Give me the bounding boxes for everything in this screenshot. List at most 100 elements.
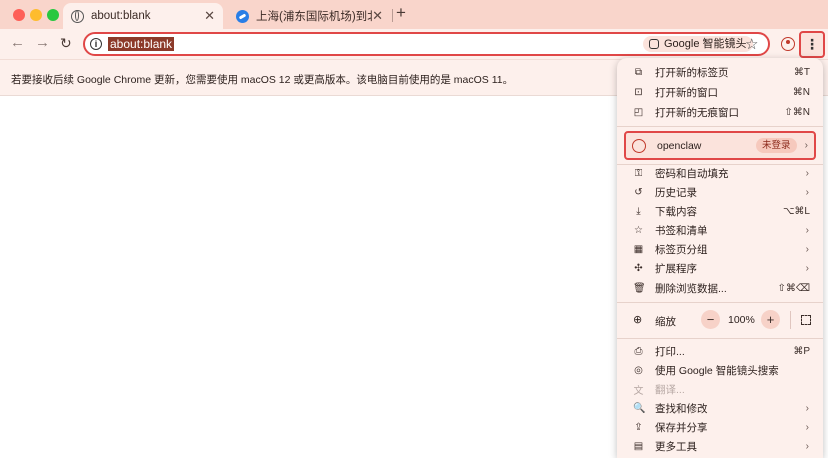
star-icon: ☆	[634, 225, 643, 236]
menu-item-find-edit[interactable]: 🔍 查找和修改 ›	[617, 399, 823, 418]
menu-item-save-share[interactable]: ⇪ 保存并分享 ›	[617, 418, 823, 437]
menu-label: 更多工具	[655, 441, 697, 453]
translate-icon: 文	[633, 386, 644, 397]
menu-label: 删除浏览数据...	[655, 283, 727, 295]
browser-toolbar: ← → ↻ i about:blank Google 智能镜头 ☆	[0, 29, 828, 59]
google-lens-chip[interactable]: Google 智能镜头	[643, 36, 753, 52]
profile-icon[interactable]	[781, 37, 795, 51]
history-icon: ↺	[634, 187, 643, 198]
menu-item-lens-search[interactable]: ◎ 使用 Google 智能镜头搜索	[617, 361, 823, 380]
reload-icon[interactable]: ↻	[60, 35, 72, 52]
menu-label: 历史记录	[655, 187, 697, 199]
menu-item-clear-data[interactable]: 🗑 删除浏览数据... ⇧⌘⌫	[617, 279, 823, 298]
lens-icon: ◎	[634, 365, 643, 376]
address-bar[interactable]: i about:blank Google 智能镜头 ☆	[83, 32, 770, 56]
zoom-divider	[790, 311, 791, 329]
menu-shortcut: ⌘P	[793, 346, 810, 357]
chevron-right-icon: ›	[805, 403, 809, 414]
menu-shortcut: ⌘N	[792, 87, 810, 98]
menu-label: 翻译...	[655, 384, 685, 396]
grid-icon: ▦	[633, 244, 644, 255]
menu-label: 打开新的无痕窗口	[655, 107, 739, 119]
url-text[interactable]: about:blank	[108, 37, 175, 51]
profile-name: openclaw	[657, 140, 702, 152]
flight-site-icon	[236, 9, 249, 23]
menu-zoom-row: ⊕ 缩放 − 100% +	[617, 308, 823, 332]
signin-status-badge: 未登录	[756, 138, 797, 153]
menu-label: 打印...	[655, 346, 685, 358]
tab-flight-search[interactable]: 上海(浦东国际机场)到北京(大兴 ✕	[228, 3, 391, 29]
key-icon: ⚿	[634, 168, 643, 179]
menu-label: 打开新的窗口	[655, 87, 718, 99]
chevron-right-icon: ›	[805, 441, 809, 452]
tab-title: 上海(浦东国际机场)到北京(大兴	[256, 11, 372, 23]
close-icon[interactable]: ✕	[372, 8, 383, 24]
trash-icon: 🗑	[633, 283, 646, 294]
window-zoom-button[interactable]	[47, 9, 59, 21]
toolbox-icon: ▤	[633, 441, 644, 452]
menu-item-incognito[interactable]: ◰ 打开新的无痕窗口 ⇧⌘N	[617, 103, 823, 122]
menu-label: 使用 Google 智能镜头搜索	[655, 365, 779, 377]
tab-about-blank[interactable]: about:blank ✕	[63, 3, 223, 29]
tab-strip: about:blank ✕ 上海(浦东国际机场)到北京(大兴 ✕ +	[0, 0, 828, 29]
lens-icon	[649, 39, 659, 49]
zoom-icon: ⊕	[633, 314, 643, 326]
menu-label: 书签和清单	[655, 225, 708, 237]
tab-divider	[392, 9, 393, 22]
menu-shortcut: ⇧⌘⌫	[777, 283, 810, 294]
menu-item-history[interactable]: ↺ 历史记录 ›	[617, 183, 823, 202]
menu-shortcut: ⌘T	[793, 67, 810, 78]
chevron-right-icon: ›	[805, 263, 809, 274]
menu-label: 查找和修改	[655, 403, 708, 415]
forward-arrow-icon[interactable]: →	[35, 34, 50, 51]
download-icon: ⤓	[636, 206, 641, 217]
menu-shortcut: ⌥⌘L	[782, 206, 810, 217]
menu-label: 保存并分享	[655, 422, 708, 434]
menu-divider	[617, 126, 823, 127]
new-tab-icon: ⧉	[634, 67, 643, 78]
bookmark-star-icon[interactable]: ☆	[745, 35, 758, 53]
chevron-right-icon: ›	[805, 187, 809, 198]
new-tab-button[interactable]: +	[396, 3, 406, 23]
print-icon: ⎙	[634, 346, 643, 357]
info-icon[interactable]: i	[90, 38, 102, 50]
chevron-right-icon: ›	[805, 225, 809, 236]
menu-item-extensions[interactable]: ✣ 扩展程序 ›	[617, 259, 823, 278]
zoom-out-button[interactable]: −	[701, 310, 720, 329]
chrome-menu-button[interactable]: ⋮	[799, 31, 825, 58]
chevron-right-icon: ›	[805, 422, 809, 433]
globe-icon	[71, 9, 84, 23]
lens-chip-label: Google 智能镜头	[664, 38, 747, 50]
back-arrow-icon[interactable]: ←	[10, 34, 25, 51]
menu-item-downloads[interactable]: ⤓ 下载内容 ⌥⌘L	[617, 202, 823, 221]
menu-item-bookmarks[interactable]: ☆ 书签和清单 ›	[617, 221, 823, 240]
menu-item-tab-groups[interactable]: ▦ 标签页分组 ›	[617, 240, 823, 259]
menu-label: 打开新的标签页	[655, 67, 729, 79]
chrome-main-menu: ⧉ 打开新的标签页 ⌘T ⊡ 打开新的窗口 ⌘N ◰ 打开新的无痕窗口 ⇧⌘N …	[617, 58, 823, 458]
window-minimize-button[interactable]	[30, 9, 42, 21]
menu-shortcut: ⇧⌘N	[784, 107, 810, 118]
profile-icon	[632, 139, 646, 153]
menu-label: 密码和自动填充	[655, 168, 729, 180]
menu-label: 下载内容	[655, 206, 697, 218]
new-window-icon: ⊡	[634, 87, 643, 98]
menu-item-passwords[interactable]: ⚿ 密码和自动填充 ›	[617, 164, 823, 183]
menu-item-more-tools[interactable]: ▤ 更多工具 ›	[617, 437, 823, 456]
menu-item-translate: 文 翻译...	[617, 380, 823, 399]
infobar-message: 若要接收后续 Google Chrome 更新，您需要使用 macOS 12 或…	[11, 74, 514, 86]
zoom-label: 缩放	[655, 316, 676, 328]
window-close-button[interactable]	[13, 9, 25, 21]
menu-profile-row[interactable]: openclaw 未登录 ›	[624, 131, 816, 160]
menu-item-new-tab[interactable]: ⧉ 打开新的标签页 ⌘T	[617, 63, 823, 82]
zoom-value: 100%	[728, 314, 755, 326]
menu-item-new-window[interactable]: ⊡ 打开新的窗口 ⌘N	[617, 83, 823, 102]
menu-divider	[617, 302, 823, 303]
menu-item-print[interactable]: ⎙ 打印... ⌘P	[617, 342, 823, 361]
menu-divider	[617, 338, 823, 339]
chevron-right-icon: ›	[805, 168, 809, 179]
close-icon[interactable]: ✕	[204, 8, 215, 24]
fullscreen-icon[interactable]	[801, 315, 811, 325]
chevron-right-icon: ›	[804, 140, 808, 151]
zoom-in-button[interactable]: +	[761, 310, 780, 329]
tab-title: about:blank	[91, 10, 151, 22]
